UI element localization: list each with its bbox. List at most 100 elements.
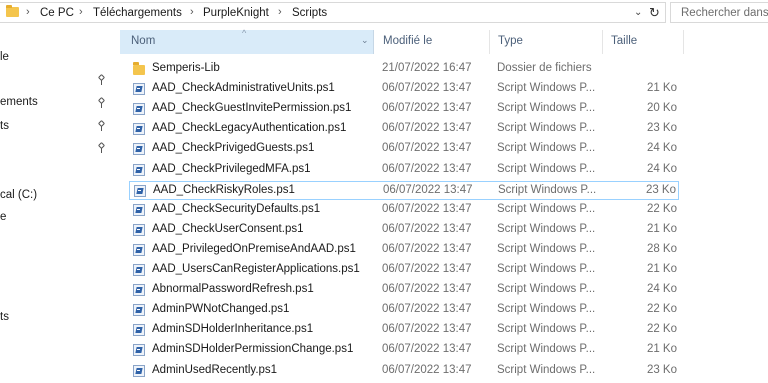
powershell-script-icon	[133, 203, 145, 216]
powershell-script-icon	[133, 123, 145, 136]
powershell-script-icon	[133, 284, 145, 297]
file-name: AbnormalPasswordRefresh.ps1	[152, 283, 314, 296]
file-type: Script Windows P...	[497, 323, 596, 336]
file-row[interactable]: AAD_PrivilegedOnPremiseAndAAD.ps1 06/07/2…	[129, 241, 679, 260]
file-row[interactable]: AAD_CheckPrivilegedMFA.ps1 06/07/2022 13:…	[129, 161, 679, 180]
file-type: Script Windows P...	[497, 142, 596, 155]
file-name: AAD_CheckUserConsent.ps1	[152, 222, 304, 235]
file-modified-date: 06/07/2022 13:47	[382, 323, 472, 336]
file-type: Script Windows P...	[497, 162, 596, 175]
file-modified-date: 06/07/2022 13:47	[382, 343, 472, 356]
file-modified-date: 06/07/2022 13:47	[382, 162, 472, 175]
file-modified-date: 06/07/2022 13:47	[382, 283, 472, 296]
breadcrumb-purpleknight[interactable]: PurpleKnight	[203, 7, 269, 19]
breadcrumb-separator: ›	[26, 6, 30, 18]
nav-item-downloads[interactable]: ements	[0, 96, 38, 108]
file-size: 23 Ko	[645, 183, 676, 196]
nav-item[interactable]: e	[0, 211, 6, 223]
sort-ascending-icon: ^	[242, 28, 247, 38]
file-row[interactable]: AAD_CheckRiskyRoles.ps1 06/07/2022 13:47 S…	[129, 180, 679, 200]
file-row[interactable]: AAD_CheckLegacyAuthentication.ps1 06/07/2…	[129, 120, 679, 139]
file-type: Script Windows P...	[497, 303, 596, 316]
file-row[interactable]: AAD_CheckGuestInvitePermission.ps1 06/07/…	[129, 100, 679, 119]
nav-item-documents[interactable]: ts	[0, 120, 9, 132]
file-modified-date: 06/07/2022 13:47	[382, 222, 472, 235]
refresh-icon[interactable]: ↻	[649, 5, 660, 21]
powershell-script-icon	[133, 344, 145, 357]
file-name: AAD_CheckRiskyRoles.ps1	[153, 183, 295, 196]
file-type: Script Windows P...	[497, 263, 596, 275]
file-modified-date: 06/07/2022 13:47	[382, 82, 472, 95]
file-size: 23 Ko	[646, 122, 677, 135]
file-modified-date: 06/07/2022 13:47	[382, 263, 472, 275]
file-modified-date: 06/07/2022 13:47	[382, 122, 472, 135]
file-row[interactable]: AdminSDHolderInheritance.ps1 06/07/2022 1…	[129, 321, 679, 340]
file-modified-date: 06/07/2022 13:47	[382, 303, 472, 316]
breadcrumb-downloads[interactable]: Téléchargements	[93, 7, 182, 19]
pin-icon	[97, 96, 106, 108]
file-name: AAD_PrivilegedOnPremiseAndAAD.ps1	[152, 242, 356, 255]
file-name: AAD_CheckSecurityDefaults.ps1	[152, 202, 321, 215]
pin-icon	[97, 141, 106, 153]
file-name: AAD_CheckPrivigedGuests.ps1	[152, 142, 315, 155]
file-size: 21 Ko	[646, 222, 677, 235]
powershell-script-icon	[133, 223, 145, 236]
file-type: Script Windows P...	[497, 122, 596, 135]
file-name: AAD_CheckAdministrativeUnits.ps1	[152, 82, 335, 95]
address-bar: › Ce PC › Téléchargements › PurpleKnight…	[0, 0, 768, 26]
powershell-script-icon	[133, 83, 145, 96]
file-row[interactable]: AdminPWNotChanged.ps1 06/07/2022 13:47 Scr…	[129, 301, 679, 320]
powershell-script-icon	[134, 184, 146, 197]
file-size: 22 Ko	[646, 303, 677, 316]
powershell-script-icon	[133, 103, 145, 116]
nav-item[interactable]: ts	[0, 311, 9, 323]
file-type: Script Windows P...	[498, 183, 597, 196]
column-header-type[interactable]: Type	[490, 30, 603, 54]
file-row[interactable]: AAD_CheckAdministrativeUnits.ps1 06/07/20…	[129, 80, 679, 99]
file-row[interactable]: AAD_CheckUserConsent.ps1 06/07/2022 13:47…	[129, 221, 679, 240]
column-header-name[interactable]: Nom ^ ⌄	[120, 28, 374, 54]
file-type: Script Windows P...	[497, 202, 596, 215]
file-type: Script Windows P...	[497, 222, 596, 235]
file-type: Script Windows P...	[497, 343, 596, 356]
chevron-down-icon[interactable]: ⌄	[361, 35, 369, 46]
file-size: 21 Ko	[646, 263, 677, 275]
address-field[interactable]: › Ce PC › Téléchargements › PurpleKnight…	[0, 2, 666, 23]
file-size: 21 Ko	[646, 343, 677, 356]
file-name: AdminSDHolderInheritance.ps1	[152, 323, 314, 336]
column-header-size[interactable]: Taille	[603, 30, 684, 54]
file-row[interactable]: Semperis-Lib 21/07/2022 16:47 Dossier de f…	[129, 60, 679, 79]
folder-icon	[133, 62, 145, 75]
file-row[interactable]: AAD_UsersCanRegisterApplications.ps1 06/0…	[129, 261, 679, 280]
column-header-modified[interactable]: Modifié le	[375, 30, 490, 54]
file-size: 22 Ko	[646, 323, 677, 336]
file-row[interactable]: AAD_CheckPrivigedGuests.ps1 06/07/2022 13…	[129, 140, 679, 159]
file-size: 20 Ko	[646, 102, 677, 115]
breadcrumb-this-pc[interactable]: Ce PC	[40, 7, 74, 19]
powershell-script-icon	[133, 364, 145, 377]
file-row[interactable]: AdminUsedRecently.ps1 06/07/2022 13:47 Scr…	[129, 362, 679, 381]
breadcrumb-separator: ›	[278, 6, 282, 18]
folder-icon	[6, 5, 19, 17]
file-row[interactable]: AdminSDHolderPermissionChange.ps1 06/07/2…	[129, 341, 679, 360]
chevron-down-icon[interactable]: ⌄	[634, 7, 642, 18]
breadcrumb-scripts[interactable]: Scripts	[292, 7, 327, 19]
powershell-script-icon	[133, 304, 145, 317]
file-type: Script Windows P...	[497, 363, 596, 376]
file-size: 24 Ko	[646, 162, 677, 175]
file-size: 28 Ko	[646, 242, 677, 255]
file-size: 23 Ko	[646, 363, 677, 376]
nav-item-local-disk[interactable]: cal (C:)	[0, 189, 37, 201]
file-modified-date: 21/07/2022 16:47	[382, 62, 472, 74]
file-name: Semperis-Lib	[152, 62, 220, 74]
nav-item[interactable]: le	[0, 51, 9, 63]
breadcrumb-separator: ›	[79, 6, 83, 18]
file-row[interactable]: AbnormalPasswordRefresh.ps1 06/07/2022 13…	[129, 281, 679, 300]
file-row[interactable]: AAD_CheckSecurityDefaults.ps1 06/07/2022 …	[129, 201, 679, 220]
file-modified-date: 06/07/2022 13:47	[382, 102, 472, 115]
file-name: AAD_CheckLegacyAuthentication.ps1	[152, 122, 347, 135]
search-field[interactable]: Rechercher dans :	[670, 2, 768, 23]
file-size: 21 Ko	[646, 82, 677, 95]
file-name: AdminUsedRecently.ps1	[152, 363, 278, 376]
file-modified-date: 06/07/2022 13:47	[382, 242, 472, 255]
